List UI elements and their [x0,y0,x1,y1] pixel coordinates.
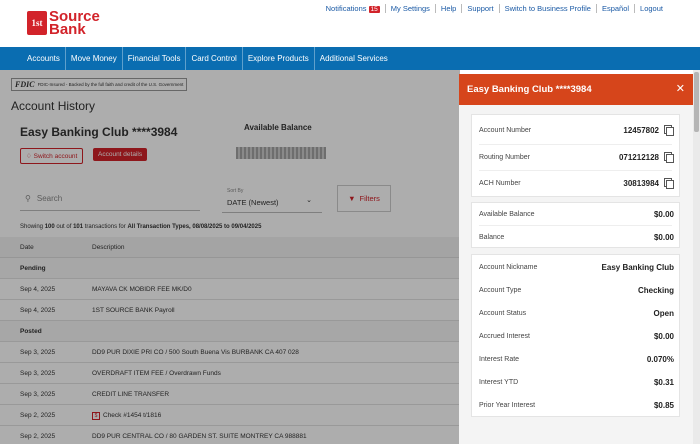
copy-icon[interactable] [664,152,674,163]
account-details-card: Account Nickname Easy Banking Club Accou… [471,254,680,417]
interest-ytd-row: Interest YTD $0.31 [479,378,674,387]
nav-card-control[interactable]: Card Control [186,47,243,70]
accrued-interest-row: Accrued Interest $0.00 [479,332,674,341]
notifications-count-badge: 15 [368,6,380,13]
nav-move-money[interactable]: Move Money [66,47,123,70]
prior-year-interest-row: Prior Year Interest $0.85 [479,401,674,410]
panel-title: Easy Banking Club ****3984 [467,84,592,95]
balances-card: Available Balance $0.00 Balance $0.00 [471,202,680,248]
page-scrollbar-thumb[interactable] [694,72,699,132]
logout-link[interactable]: Logout [634,4,668,13]
switch-business-profile-link[interactable]: Switch to Business Profile [498,4,596,13]
copy-icon[interactable] [664,178,674,189]
account-numbers-card: Account Number 12457802 Routing Number 0… [471,114,680,197]
account-status-row: Account Status Open [479,309,674,318]
notifications-link[interactable]: Notifications 15 [321,4,385,13]
account-type-row: Account Type Checking [479,286,674,295]
espanol-link[interactable]: Español [595,4,634,13]
balance-row: Balance $0.00 [479,233,674,242]
ach-number-row: ACH Number 30813984 [472,172,681,195]
logo-badge: 1st [27,11,47,35]
main-nav: Accounts Move Money Financial Tools Card… [0,47,700,70]
utility-links: Notifications 15 My Settings Help Support… [321,4,668,13]
help-link[interactable]: Help [434,4,461,13]
modal-overlay[interactable] [0,70,460,444]
bank-logo[interactable]: 1st Source Bank [27,9,100,37]
available-balance-row: Available Balance $0.00 [479,210,674,219]
panel-header: Easy Banking Club ****3984 ✕ [459,74,693,105]
nav-accounts[interactable]: Accounts [22,47,66,70]
nickname-row: Account Nickname Easy Banking Club [479,263,674,272]
nav-financial-tools[interactable]: Financial Tools [123,47,187,70]
account-details-panel: Easy Banking Club ****3984 ✕ Account Num… [459,74,693,444]
nav-additional-services[interactable]: Additional Services [315,47,393,70]
nav-explore-products[interactable]: Explore Products [243,47,315,70]
close-icon[interactable]: ✕ [676,82,685,95]
copy-icon[interactable] [664,125,674,136]
interest-rate-row: Interest Rate 0.070% [479,355,674,364]
top-header: 1st Source Bank Notifications 15 My Setti… [0,0,700,47]
routing-number-row: Routing Number 071212128 [472,146,681,169]
account-number-row: Account Number 12457802 [472,119,681,142]
my-settings-link[interactable]: My Settings [384,4,435,13]
support-link[interactable]: Support [461,4,498,13]
